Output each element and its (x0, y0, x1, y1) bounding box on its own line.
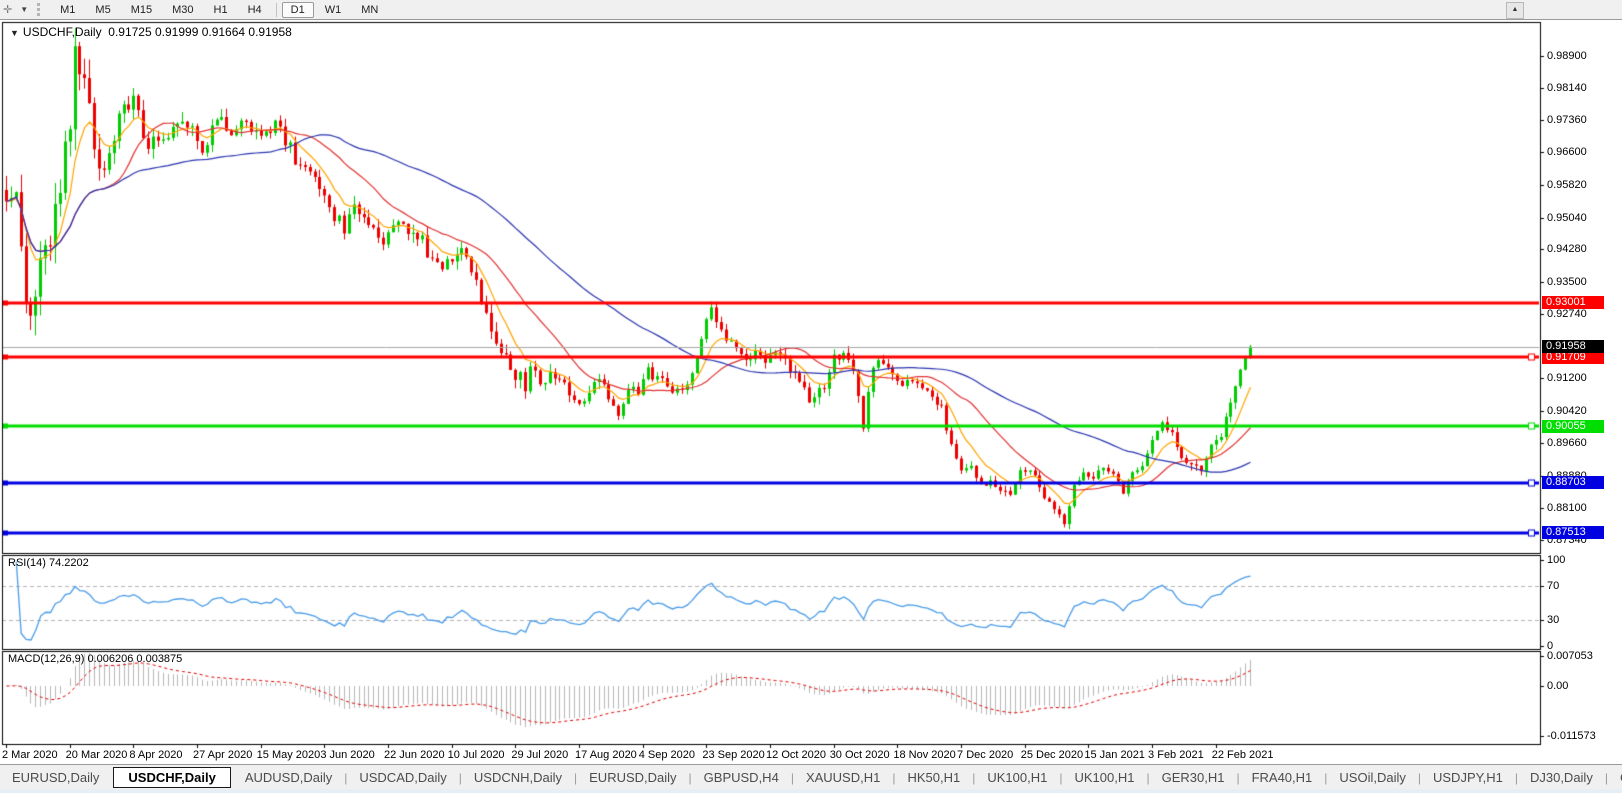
current-price-tag: 0.91958 (1542, 340, 1604, 353)
toolbar-grip[interactable] (37, 3, 44, 16)
tab-uk100-h1[interactable]: UK100,H1 (975, 768, 1059, 787)
chart-tab-bar: EURUSD,DailyUSDCHF,DailyAUDUSD,Daily|USD… (0, 764, 1622, 790)
macd-tick-label: 0.007053 (1547, 650, 1593, 662)
tab-usdjpy-h1[interactable]: USDJPY,H1 (1421, 768, 1515, 787)
timeframe-buttons: M1M5M15M30H1H4 D1W1MN (50, 2, 388, 18)
tab-usdcad-daily[interactable]: USDCAD,Daily (347, 768, 458, 787)
hline-price-tag: 0.87513 (1542, 526, 1604, 539)
rsi-tick-label: 100 (1547, 554, 1565, 566)
timeframe-button-h4[interactable]: H4 (239, 2, 271, 18)
macd-tick-label: -0.011573 (1547, 730, 1596, 742)
price-tick-label: 0.92740 (1547, 308, 1587, 320)
date-tick-label: 17 Aug 2020 (575, 749, 637, 761)
price-tick-label: 0.95820 (1547, 179, 1587, 191)
date-tick-label: 2 Mar 2020 (2, 749, 58, 761)
price-tick-label: 0.94280 (1547, 243, 1587, 255)
toolbar-separator (276, 3, 277, 17)
macd-indicator-label: MACD(12,26,9) 0.006206 0.003875 (8, 653, 182, 665)
date-tick-label: 18 Nov 2020 (893, 749, 955, 761)
date-tick-label: 8 Apr 2020 (129, 749, 182, 761)
tab-usoil-daily[interactable]: USOil,Daily (1327, 768, 1417, 787)
ohlc-values: 0.91725 0.91999 0.91664 0.91958 (108, 25, 292, 39)
price-tick-label: 0.90420 (1547, 405, 1587, 417)
status-strip (0, 789, 1622, 793)
timeframe-button-mn[interactable]: MN (352, 2, 387, 18)
tab-dj30-daily[interactable]: DJ30,Daily (1518, 768, 1605, 787)
date-tick-label: 23 Sep 2020 (702, 749, 764, 761)
date-tick-label: 20 Mar 2020 (66, 749, 128, 761)
tab-xauusd-h1[interactable]: XAUUSD,H1 (794, 768, 892, 787)
tab-usdchf-daily[interactable]: USDCHF,Daily (113, 767, 230, 788)
timeframe-button-h1[interactable]: H1 (205, 2, 237, 18)
chart-title: ▼ USDCHF,Daily 0.91725 0.91999 0.91664 0.… (10, 25, 292, 39)
date-tick-label: 29 Jul 2020 (511, 749, 568, 761)
date-tick-label: 15 May 2020 (257, 749, 321, 761)
tab-uk100-h1[interactable]: UK100,H1 (1062, 768, 1146, 787)
toolbar-overflow-icon[interactable]: ▲ (1506, 2, 1524, 19)
cursor-tool-icon[interactable]: ✛ (0, 1, 15, 19)
rsi-tick-label: 30 (1547, 614, 1559, 626)
price-tick-label: 0.91200 (1547, 372, 1587, 384)
date-tick-label: 3 Feb 2021 (1148, 749, 1204, 761)
price-tick-label: 0.95040 (1547, 212, 1587, 224)
timeframe-toolbar: ✛ ▼ M1M5M15M30H1H4 D1W1MN ▲ (0, 0, 1622, 20)
tab-eurusd-daily[interactable]: EURUSD,Daily (0, 768, 111, 787)
tab-ger30-h1[interactable]: GER30,H1 (1150, 768, 1237, 787)
date-tick-label: 7 Dec 2020 (957, 749, 1013, 761)
macd-tick-label: 0.00 (1547, 680, 1568, 692)
tab-hk50-h1[interactable]: HK50,H1 (895, 768, 972, 787)
rsi-indicator-label: RSI(14) 74.2202 (8, 557, 89, 569)
mt4-window: ✛ ▼ M1M5M15M30H1H4 D1W1MN ▲ ▼ USDCHF,Daily… (0, 0, 1622, 793)
date-tick-label: 30 Oct 2020 (830, 749, 890, 761)
tab-audusd-daily[interactable]: AUDUSD,Daily (233, 768, 344, 787)
price-tick-label: 0.98900 (1547, 50, 1587, 62)
timeframe-button-m30[interactable]: M30 (163, 2, 202, 18)
chevron-down-icon[interactable]: ▼ (15, 5, 33, 14)
date-tick-label: 12 Oct 2020 (766, 749, 826, 761)
tab-fra40-h1[interactable]: FRA40,H1 (1240, 768, 1325, 787)
timeframe-button-d1[interactable]: D1 (282, 2, 314, 18)
timeframe-button-m15[interactable]: M15 (122, 2, 161, 18)
symbol-period-label: USDCHF,Daily (23, 25, 102, 39)
tab-china300-h1[interactable]: CHINA300,H1 (1608, 768, 1622, 787)
timeframe-button-w1[interactable]: W1 (316, 2, 351, 18)
date-tick-label: 3 Jun 2020 (320, 749, 374, 761)
tab-gbpusd-h4[interactable]: GBPUSD,H4 (692, 768, 791, 787)
price-tick-label: 0.97360 (1547, 114, 1587, 126)
chart-canvas[interactable] (0, 0, 1622, 793)
date-tick-label: 15 Jan 2021 (1084, 749, 1145, 761)
date-tick-label: 27 Apr 2020 (193, 749, 252, 761)
collapse-triangle-icon[interactable]: ▼ (10, 28, 19, 38)
price-tick-label: 0.93500 (1547, 276, 1587, 288)
tab-eurusd-daily[interactable]: EURUSD,Daily (577, 768, 688, 787)
hline-price-tag: 0.88703 (1542, 476, 1604, 489)
date-tick-label: 4 Sep 2020 (639, 749, 695, 761)
date-tick-label: 22 Jun 2020 (384, 749, 445, 761)
price-tick-label: 0.96600 (1547, 146, 1587, 158)
timeframe-button-m5[interactable]: M5 (86, 2, 119, 18)
timeframe-button-m1[interactable]: M1 (51, 2, 84, 18)
rsi-tick-label: 70 (1547, 580, 1559, 592)
date-tick-label: 25 Dec 2020 (1021, 749, 1083, 761)
price-tick-label: 0.89660 (1547, 437, 1587, 449)
hline-price-tag: 0.93001 (1542, 296, 1604, 309)
price-tick-label: 0.98140 (1547, 82, 1587, 94)
price-tick-label: 0.88100 (1547, 502, 1587, 514)
date-tick-label: 10 Jul 2020 (448, 749, 505, 761)
hline-price-tag: 0.90055 (1542, 420, 1604, 433)
tab-usdcnh-daily[interactable]: USDCNH,Daily (462, 768, 574, 787)
date-tick-label: 22 Feb 2021 (1212, 749, 1274, 761)
